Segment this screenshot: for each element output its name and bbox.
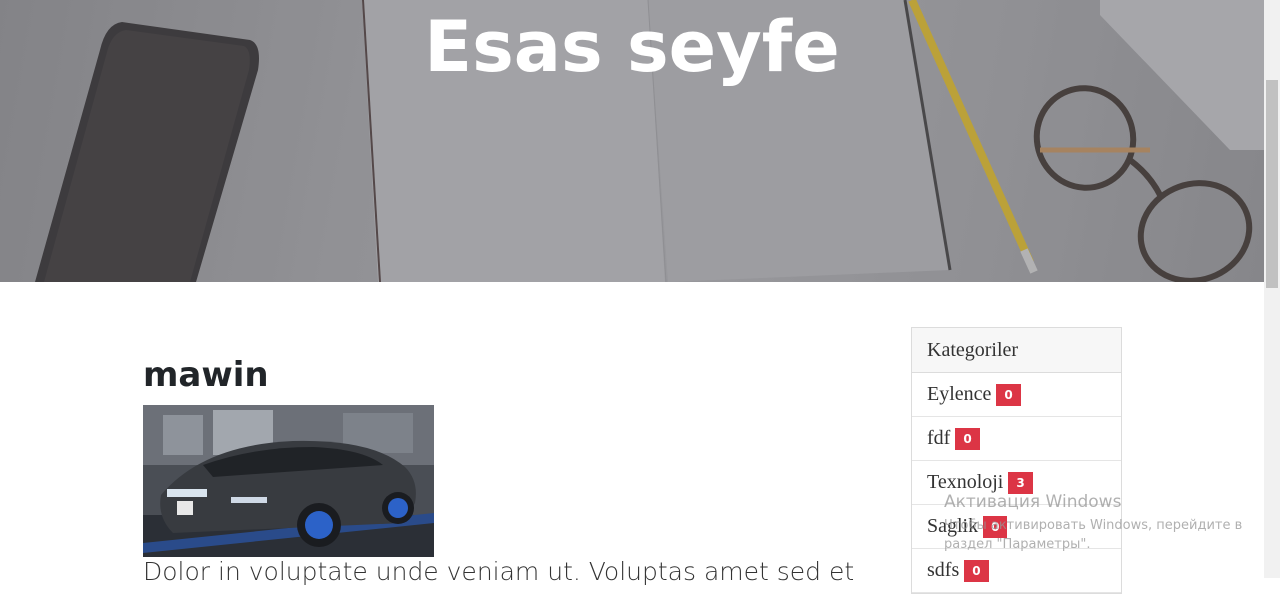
category-label: Eylence <box>927 383 992 405</box>
category-item-sdfs[interactable]: sdfs 0 <box>912 549 1121 593</box>
category-item-saglik[interactable]: Saglik 0 <box>912 505 1121 549</box>
category-count-badge: 0 <box>964 559 989 582</box>
post-title[interactable]: mawin <box>143 350 269 400</box>
category-label: Saglik <box>927 515 979 537</box>
category-count-badge: 0 <box>955 427 980 450</box>
category-count-badge: 3 <box>1008 471 1033 494</box>
post-image[interactable] <box>143 405 434 557</box>
category-label: Texnoloji <box>927 471 1004 493</box>
hero-header: Esas seyfe <box>0 0 1264 282</box>
category-label: fdf <box>927 427 951 449</box>
widget-header: Kategoriler <box>912 328 1121 373</box>
post-excerpt: Dolor in voluptate unde veniam ut. Volup… <box>143 557 855 586</box>
category-label: sdfs <box>927 559 960 581</box>
page-title: Esas seyfe <box>424 6 840 88</box>
category-count-badge: 0 <box>996 383 1021 406</box>
category-item-eylence[interactable]: Eylence 0 <box>912 373 1121 417</box>
category-item-texnoloji[interactable]: Texnoloji 3 <box>912 461 1121 505</box>
vertical-scrollbar-thumb[interactable] <box>1266 80 1278 288</box>
categories-widget: Kategoriler Eylence 0 fdf 0 Texnoloji 3 … <box>911 327 1122 594</box>
category-count-badge: 0 <box>983 515 1008 538</box>
category-item-fdf[interactable]: fdf 0 <box>912 417 1121 461</box>
